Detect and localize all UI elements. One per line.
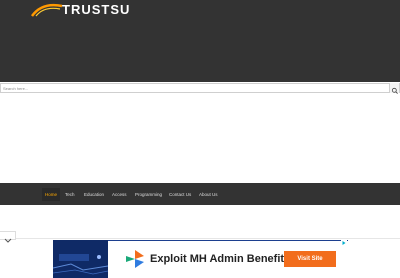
search-button[interactable] bbox=[389, 83, 399, 94]
logo-swoosh-icon bbox=[30, 3, 63, 17]
nav-item-programming[interactable]: Programming bbox=[132, 188, 165, 201]
search-bar bbox=[0, 83, 400, 94]
ad-banner[interactable]: Exploit MH Admin Benefits Visit Site bbox=[53, 240, 348, 278]
chevron-down-icon bbox=[4, 238, 12, 243]
ad-panel: Exploit MH Admin Benefits Visit Site bbox=[108, 241, 348, 278]
nav-item-home[interactable]: Home bbox=[42, 188, 61, 201]
nav-item-tech[interactable]: Tech bbox=[62, 188, 78, 201]
nav-item-access[interactable]: Access bbox=[109, 188, 130, 201]
ad-image bbox=[53, 240, 108, 278]
ad-visit-site-button[interactable]: Visit Site bbox=[284, 251, 336, 267]
nav-item-contact-us[interactable]: Contact Us bbox=[166, 188, 194, 201]
site-logo[interactable]: TRUSTSU bbox=[30, 0, 130, 22]
collapse-toggle[interactable] bbox=[0, 231, 16, 243]
adchoices-icon[interactable] bbox=[341, 240, 347, 246]
divider bbox=[0, 238, 400, 239]
ad-headline: Exploit MH Admin Benefits bbox=[150, 253, 291, 265]
main-nav: Home Tech Education Access Programming C… bbox=[0, 183, 400, 205]
nav-item-education[interactable]: Education bbox=[81, 188, 107, 201]
nav-item-about-us[interactable]: About Us bbox=[196, 188, 221, 201]
ad-logo-icon bbox=[126, 250, 144, 268]
search-icon bbox=[391, 87, 398, 94]
site-header: TRUSTSU bbox=[0, 0, 400, 82]
logo-text: TRUSTSU bbox=[62, 2, 131, 17]
search-input[interactable] bbox=[3, 84, 387, 92]
